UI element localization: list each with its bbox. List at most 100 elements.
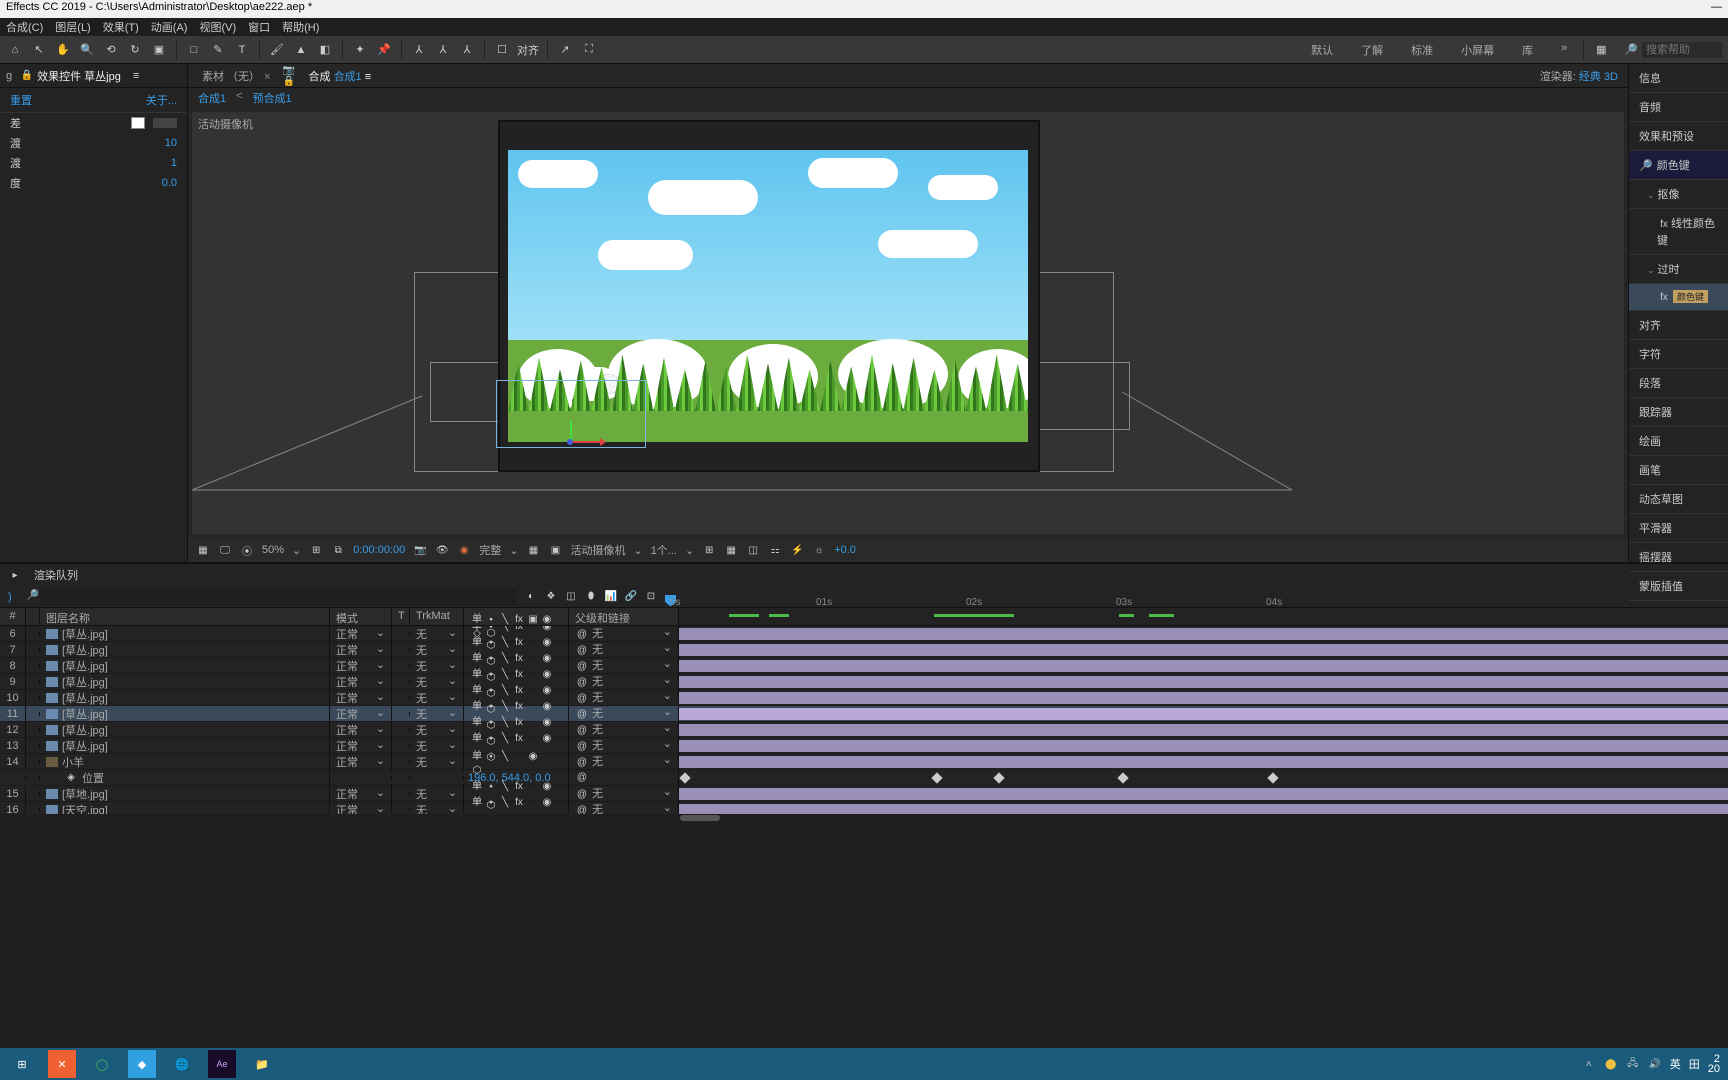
flowchart-comp1[interactable]: 合成1	[198, 90, 226, 106]
panel-menu-icon[interactable]: ▦	[1592, 41, 1610, 59]
rotate-tool-icon[interactable]: ↻	[126, 41, 144, 59]
preserve-transparency[interactable]	[392, 696, 410, 700]
y-axis-gizmo[interactable]	[570, 421, 572, 441]
preserve-transparency[interactable]	[392, 760, 410, 764]
tray-network-icon[interactable]: 🖧	[1626, 1057, 1640, 1071]
panel-motion-sketch[interactable]: 动态草图	[1629, 485, 1728, 514]
axis-local-icon[interactable]: ⅄	[410, 41, 428, 59]
visibility-toggle[interactable]	[26, 648, 40, 652]
comp-viewer[interactable]: 活动摄像机	[192, 112, 1624, 534]
visibility-toggle[interactable]	[26, 664, 40, 668]
camera-tool-icon[interactable]: ▣	[150, 41, 168, 59]
task-view-icon[interactable]: ⊞	[8, 1050, 36, 1078]
workspace-small[interactable]: 小屏幕	[1453, 38, 1502, 62]
hand-tool-icon[interactable]: ✋	[54, 41, 72, 59]
workspace-default[interactable]: 默认	[1303, 38, 1341, 62]
col-name[interactable]: 图层名称	[40, 608, 330, 625]
workspace-standard[interactable]: 标准	[1403, 38, 1441, 62]
trkmat-dropdown[interactable]: 无 ⌄	[410, 800, 464, 815]
timeline-tab-icon[interactable]: ▸	[8, 568, 22, 582]
source-tab[interactable]: g	[6, 70, 12, 82]
panel-tracker[interactable]: 跟踪器	[1629, 398, 1728, 427]
preserve-transparency[interactable]	[392, 648, 410, 652]
layer-name-cell[interactable]: [天空.jpg]	[40, 800, 330, 815]
edge-icon[interactable]: ◯	[88, 1050, 116, 1078]
tray-security-icon[interactable]: ⬤	[1604, 1057, 1618, 1071]
menu-animation[interactable]: 动画(A)	[151, 19, 188, 35]
keyframe[interactable]	[1267, 772, 1278, 783]
layer-bar[interactable]	[679, 676, 1728, 688]
col-parent[interactable]: 父级和链接	[569, 608, 679, 625]
ime-mode[interactable]: 田	[1689, 1056, 1700, 1072]
visibility-toggle[interactable]	[26, 680, 40, 684]
layer-bar-area[interactable]	[679, 674, 1728, 689]
channel-rgb-icon[interactable]: ⦿	[240, 543, 254, 557]
prop-value[interactable]: 1	[171, 157, 177, 169]
switches[interactable]: 单⬩╲fx◉⬡	[464, 789, 569, 814]
color-swatch[interactable]	[131, 117, 145, 129]
frame-blend-icon[interactable]: ◫	[564, 590, 578, 604]
menu-effect[interactable]: 效果(T)	[103, 19, 139, 35]
z-axis-gizmo[interactable]	[567, 439, 573, 445]
keyframe-area[interactable]	[679, 770, 1728, 785]
visibility-toggle[interactable]	[26, 760, 40, 764]
menu-composition[interactable]: 合成(C)	[6, 19, 43, 35]
guides-icon[interactable]: ⊞	[702, 543, 716, 557]
menu-help[interactable]: 帮助(H)	[282, 19, 319, 35]
zoom-dropdown[interactable]: 50%	[262, 544, 284, 556]
shy-icon[interactable]: ◐	[524, 590, 538, 604]
zoom-tool-icon[interactable]: 🔍	[78, 41, 96, 59]
app-blue-icon[interactable]: ◆	[128, 1050, 156, 1078]
eyedropper-icon[interactable]	[153, 118, 177, 128]
comp-tab[interactable]: 合成 合成1 ≡	[305, 66, 376, 86]
keyframe[interactable]	[993, 772, 1004, 783]
app-orange-icon[interactable]: ✕	[48, 1050, 76, 1078]
color-mgmt-icon[interactable]: ◉	[457, 543, 471, 557]
layer-bar[interactable]	[679, 788, 1728, 800]
views-dropdown[interactable]: 1个...	[651, 542, 677, 558]
after-effects-icon[interactable]: Ae	[208, 1050, 236, 1078]
layer-row[interactable]: 16[天空.jpg]正常 ⌄无 ⌄单⬩╲fx◉⬡@ 无 ⌄	[0, 802, 1728, 814]
layer-bar-area[interactable]	[679, 690, 1728, 705]
layer-bar-area[interactable]	[679, 626, 1728, 641]
layer-bar-area[interactable]	[679, 722, 1728, 737]
preset-color-key[interactable]: fx颜色键	[1629, 284, 1728, 312]
preserve-transparency[interactable]	[392, 728, 410, 732]
pen-tool-icon[interactable]: ✎	[209, 41, 227, 59]
layer-bar-area[interactable]	[679, 738, 1728, 753]
alpha-icon[interactable]: ▦	[196, 543, 210, 557]
expand-tool-icon[interactable]: ⛶	[580, 41, 598, 59]
workspace-learn[interactable]: 了解	[1353, 38, 1391, 62]
brush-tool-icon[interactable]: 🖌	[268, 41, 286, 59]
preset-linear-color-key[interactable]: fx线性颜色键	[1629, 209, 1728, 255]
pixel-icon[interactable]: ⚏	[768, 543, 782, 557]
layer-bar-area[interactable]	[679, 754, 1728, 769]
preserve-transparency[interactable]	[392, 808, 410, 812]
preserve-transparency[interactable]	[392, 712, 410, 716]
draft3d-icon[interactable]: 🔗	[624, 590, 638, 604]
panel-character[interactable]: 字符	[1629, 340, 1728, 369]
clone-tool-icon[interactable]: ▲	[292, 41, 310, 59]
visibility-toggle[interactable]	[26, 808, 40, 812]
stopwatch-icon[interactable]: ◈	[64, 771, 78, 785]
ime-indicator[interactable]: 英	[1670, 1056, 1681, 1072]
keyframe[interactable]	[931, 772, 942, 783]
help-search-input[interactable]	[1642, 42, 1722, 58]
panel-align[interactable]: 对齐	[1629, 311, 1728, 340]
keyframe[interactable]	[679, 772, 690, 783]
roto-tool-icon[interactable]: ✦	[351, 41, 369, 59]
graph-icon[interactable]: 📊	[604, 590, 618, 604]
layer-bar-area[interactable]	[679, 786, 1728, 801]
renderer-dropdown[interactable]: 经典 3D	[1579, 71, 1618, 83]
home-icon[interactable]: ⌂	[6, 41, 24, 59]
workspace-more-icon[interactable]: »	[1553, 38, 1575, 62]
x-axis-gizmo[interactable]	[572, 441, 602, 443]
layer-bar[interactable]	[679, 692, 1728, 704]
workspace-libs[interactable]: 库	[1514, 38, 1541, 62]
layer-bar[interactable]	[679, 756, 1728, 768]
current-time[interactable]: )	[0, 591, 26, 603]
group-keying[interactable]: ⌄抠像	[1629, 180, 1728, 209]
window-minimize[interactable]: —	[1711, 1, 1722, 17]
search-tool-icon[interactable]: ↗	[556, 41, 574, 59]
blend-mode-dropdown[interactable]: 正常 ⌄	[330, 752, 392, 772]
